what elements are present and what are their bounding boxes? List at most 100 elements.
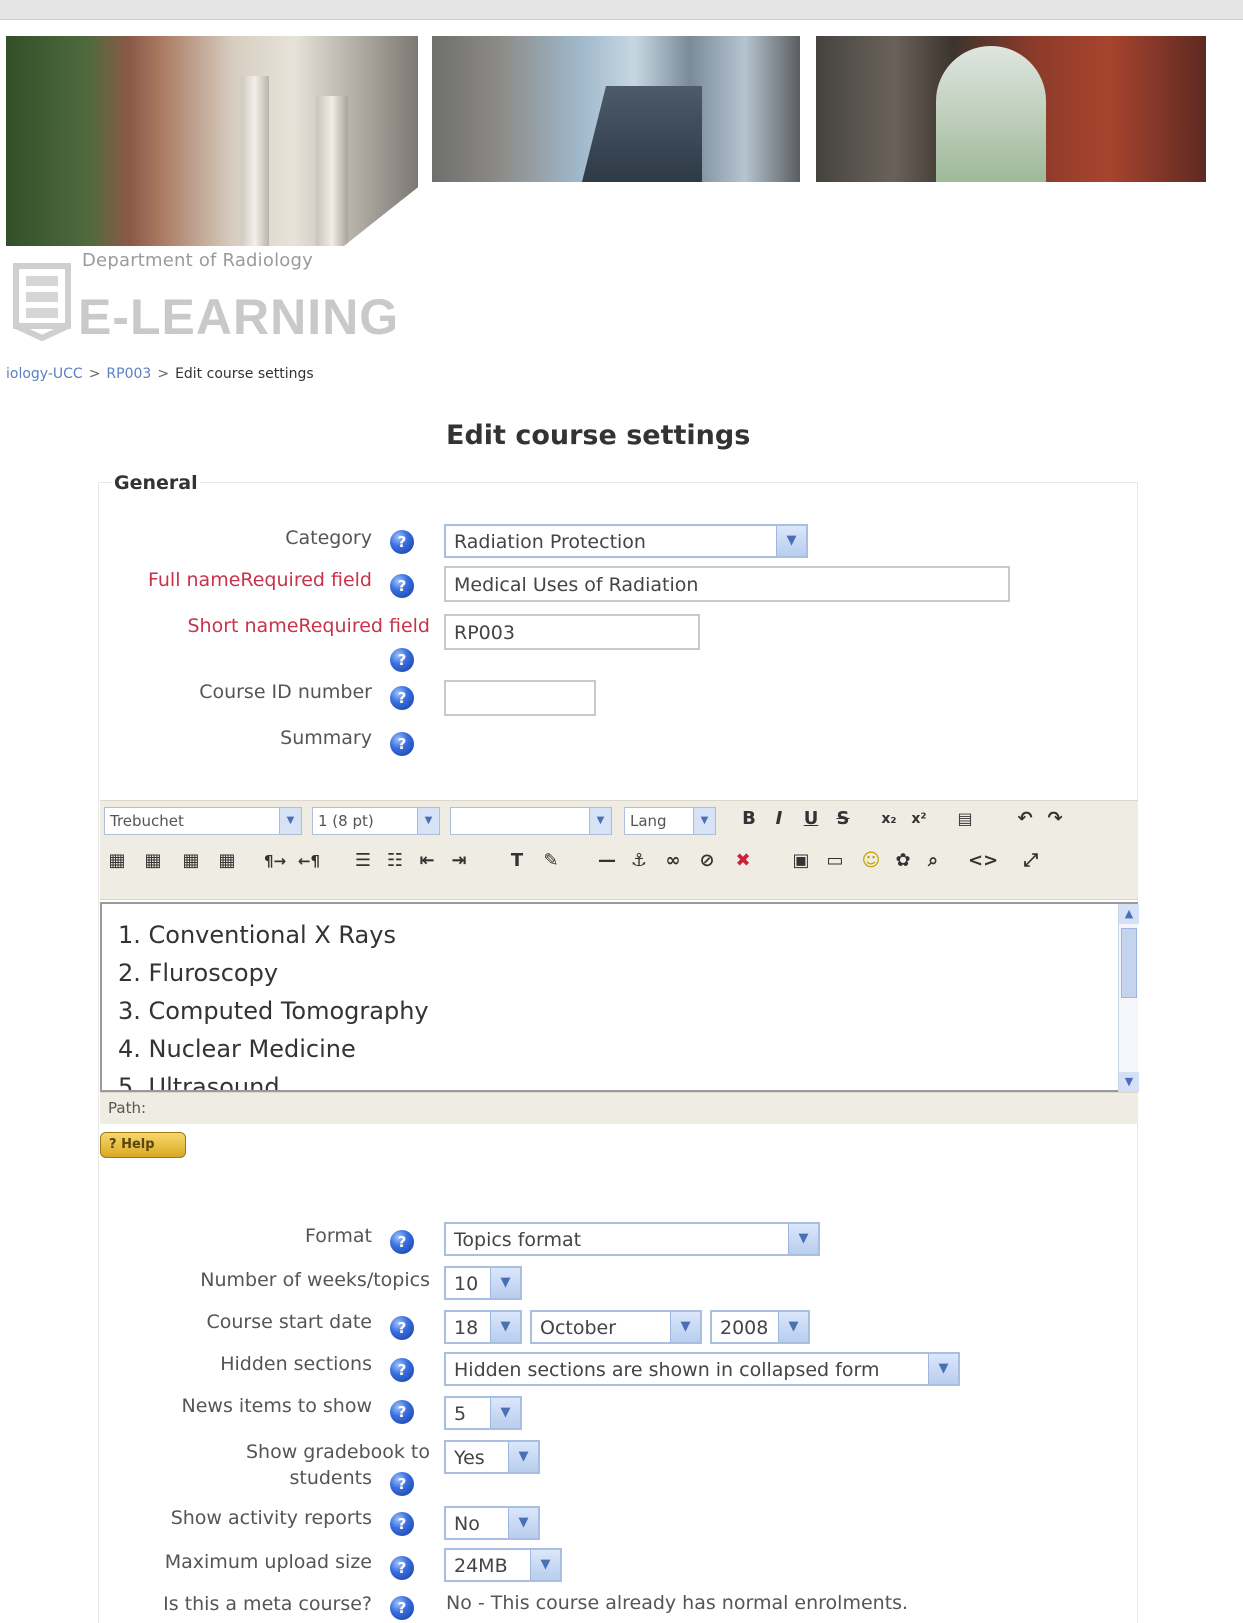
start-month-select[interactable]: October ▼ bbox=[530, 1310, 702, 1344]
background-color-icon[interactable]: ✎ bbox=[538, 847, 564, 875]
unlink-icon[interactable]: ⊘ bbox=[694, 847, 720, 875]
scrollbar-thumb[interactable] bbox=[1121, 928, 1137, 998]
category-select[interactable]: Radiation Protection ▼ bbox=[444, 524, 808, 558]
help-icon[interactable]: ? bbox=[390, 1596, 414, 1620]
indent-icon[interactable]: ⇥ bbox=[446, 847, 472, 875]
chevron-down-icon[interactable]: ▼ bbox=[1119, 1072, 1139, 1092]
ltr-icon[interactable]: ¶→ bbox=[262, 847, 288, 875]
help-icon[interactable]: ? bbox=[390, 1230, 414, 1254]
chevron-down-icon: ▼ bbox=[778, 1312, 808, 1342]
redo-icon[interactable]: ↷ bbox=[1042, 805, 1068, 833]
italic-icon[interactable]: I bbox=[766, 805, 792, 833]
help-icon[interactable]: ? bbox=[390, 1316, 414, 1340]
help-icon[interactable]: ? bbox=[390, 686, 414, 710]
header-photo-building bbox=[432, 36, 800, 182]
short-name-field[interactable]: RP003 bbox=[444, 614, 700, 650]
special-char-icon[interactable]: ✿ bbox=[890, 847, 916, 875]
path-label: Path: bbox=[108, 1099, 147, 1117]
format-value: Topics format bbox=[454, 1229, 582, 1251]
full-name-label: Full nameRequired field bbox=[147, 569, 372, 591]
hidden-sections-select[interactable]: Hidden sections are shown in collapsed f… bbox=[444, 1352, 960, 1386]
chevron-up-icon[interactable]: ▲ bbox=[1119, 904, 1139, 924]
undo-icon[interactable]: ↶ bbox=[1012, 805, 1038, 833]
category-value: Radiation Protection bbox=[454, 531, 646, 553]
unordered-list-icon[interactable]: ☷ bbox=[382, 847, 408, 875]
html-source-icon[interactable]: <> bbox=[968, 847, 998, 875]
subscript-icon[interactable]: x₂ bbox=[876, 805, 902, 833]
course-id-label: Course ID number bbox=[199, 681, 372, 703]
ordered-list-icon[interactable]: ☰ bbox=[350, 847, 376, 875]
justify-icon[interactable]: ▦ bbox=[214, 847, 240, 875]
start-day-select[interactable]: 18 ▼ bbox=[444, 1310, 522, 1344]
rtl-icon[interactable]: ←¶ bbox=[296, 847, 322, 875]
browser-top-bar bbox=[0, 0, 1243, 20]
activity-reports-select[interactable]: No ▼ bbox=[444, 1506, 540, 1540]
help-icon[interactable]: ? bbox=[390, 1472, 414, 1496]
smiley-icon[interactable]: ☺ bbox=[858, 847, 884, 875]
breadcrumb-current: Edit course settings bbox=[175, 366, 314, 382]
language-select[interactable]: Lang ▼ bbox=[624, 807, 716, 835]
help-icon[interactable]: ? bbox=[390, 1512, 414, 1536]
full-name-value: Medical Uses of Radiation bbox=[454, 574, 699, 596]
start-date-label: Course start date bbox=[206, 1311, 372, 1333]
bold-icon[interactable]: B bbox=[736, 805, 762, 833]
superscript-icon[interactable]: x² bbox=[906, 805, 932, 833]
no-link-icon[interactable]: ✖ bbox=[730, 847, 756, 875]
font-family-select[interactable]: Trebuchet ▼ bbox=[104, 807, 302, 835]
search-replace-icon[interactable]: ⌕ bbox=[920, 847, 946, 875]
activity-reports-value: No bbox=[454, 1513, 480, 1535]
insert-image-icon[interactable]: ▣ bbox=[788, 847, 814, 875]
font-size-select[interactable]: 1 (8 pt) ▼ bbox=[312, 807, 440, 835]
news-items-select[interactable]: 5 ▼ bbox=[444, 1396, 522, 1430]
breadcrumb-link-site[interactable]: iology-UCC bbox=[6, 366, 83, 382]
chevron-down-icon: ▼ bbox=[928, 1354, 958, 1384]
horizontal-rule-icon[interactable]: — bbox=[594, 847, 620, 875]
gradebook-select[interactable]: Yes ▼ bbox=[444, 1440, 540, 1474]
help-icon[interactable]: ? bbox=[390, 574, 414, 598]
link-icon[interactable]: ∞ bbox=[660, 847, 686, 875]
align-right-icon[interactable]: ▦ bbox=[178, 847, 204, 875]
help-icon[interactable]: ? bbox=[390, 1556, 414, 1580]
strikethrough-icon[interactable]: S bbox=[830, 805, 856, 833]
num-weeks-select[interactable]: 10 ▼ bbox=[444, 1266, 522, 1300]
outdent-icon[interactable]: ⇤ bbox=[414, 847, 440, 875]
start-month-value: October bbox=[540, 1317, 617, 1339]
underline-icon[interactable]: U bbox=[798, 805, 824, 833]
news-items-label: News items to show bbox=[181, 1395, 372, 1417]
num-weeks-value: 10 bbox=[454, 1273, 479, 1295]
help-icon[interactable]: ? bbox=[390, 530, 414, 554]
full-name-field[interactable]: Medical Uses of Radiation bbox=[444, 566, 1010, 602]
help-icon[interactable]: ? bbox=[390, 648, 414, 672]
list-item: 1. Conventional X Rays bbox=[118, 921, 396, 949]
summary-label: Summary bbox=[280, 727, 372, 749]
chevron-down-icon: ▼ bbox=[508, 1442, 538, 1472]
fullscreen-icon[interactable]: ⤢ bbox=[1018, 847, 1044, 875]
list-item: 2. Fluroscopy bbox=[118, 959, 279, 987]
gradebook-label-line2: students bbox=[289, 1467, 372, 1489]
fieldset-legend: General bbox=[112, 472, 200, 494]
breadcrumb-link-course[interactable]: RP003 bbox=[106, 366, 151, 382]
format-select[interactable]: Topics format ▼ bbox=[444, 1222, 820, 1256]
start-year-select[interactable]: 2008 ▼ bbox=[710, 1310, 810, 1344]
editor-scrollbar[interactable]: ▲ ▼ bbox=[1118, 904, 1139, 1092]
help-icon[interactable]: ? bbox=[390, 732, 414, 756]
align-center-icon[interactable]: ▦ bbox=[140, 847, 166, 875]
style-select[interactable]: ▼ bbox=[450, 807, 612, 835]
chevron-down-icon: ▼ bbox=[788, 1224, 818, 1254]
clean-word-icon[interactable]: ▤ bbox=[952, 805, 978, 833]
breadcrumb: iology-UCC > RP003 > Edit course settings bbox=[6, 366, 314, 382]
editor-help-button[interactable]: ? Help bbox=[100, 1132, 186, 1158]
anchor-icon[interactable]: ⚓ bbox=[626, 847, 652, 875]
max-upload-select[interactable]: 24MB ▼ bbox=[444, 1548, 562, 1582]
breadcrumb-separator: > bbox=[157, 366, 170, 382]
help-icon[interactable]: ? bbox=[390, 1400, 414, 1424]
chevron-down-icon: ▼ bbox=[776, 526, 806, 556]
summary-editor[interactable]: 1. Conventional X Rays 2. Fluroscopy 3. … bbox=[100, 902, 1138, 1092]
hidden-sections-label: Hidden sections bbox=[220, 1353, 372, 1375]
editor-path-bar: Path: bbox=[100, 1092, 1138, 1124]
course-id-field[interactable] bbox=[444, 680, 596, 716]
help-icon[interactable]: ? bbox=[390, 1358, 414, 1382]
text-color-icon[interactable]: T bbox=[504, 847, 530, 875]
align-left-icon[interactable]: ▦ bbox=[104, 847, 130, 875]
insert-table-icon[interactable]: ▭ bbox=[822, 847, 848, 875]
